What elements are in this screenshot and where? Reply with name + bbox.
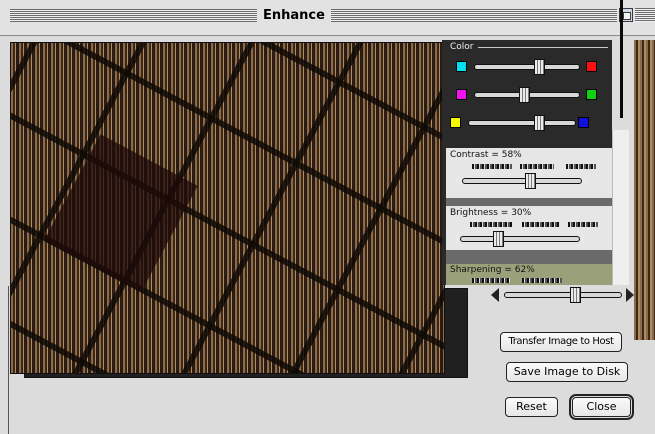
sharpening-artifact (472, 278, 510, 283)
slider-thumb[interactable] (534, 115, 545, 131)
contrast-slider[interactable] (454, 173, 590, 189)
right-arrow-icon[interactable] (583, 174, 590, 188)
close-button[interactable]: Close (569, 394, 634, 420)
brightness-artifact (522, 222, 560, 227)
sharpening-artifact (522, 278, 562, 283)
left-arrow-icon[interactable] (491, 288, 499, 302)
red-swatch (586, 61, 597, 72)
window-title-bar[interactable]: Enhance (0, 0, 655, 36)
brightness-artifact (470, 222, 512, 227)
window-left-edge (0, 36, 10, 434)
slider-thumb[interactable] (525, 173, 536, 189)
enhanced-image (10, 42, 445, 374)
reset-button[interactable]: Reset (505, 397, 558, 417)
right-arrow-icon[interactable] (581, 232, 588, 246)
image-dark-region (44, 134, 198, 292)
sharpening-slider[interactable] (504, 287, 622, 303)
save-image-button[interactable]: Save Image to Disk (506, 362, 628, 382)
slider-track (504, 292, 622, 298)
contrast-label: Contrast = 58% (450, 150, 522, 160)
slider-thumb[interactable] (534, 59, 545, 75)
slider-track (462, 178, 582, 184)
cyan-swatch (456, 61, 467, 72)
color-group-label: Color (450, 42, 474, 52)
adjustment-panel: Color Contrast = 58% Brightness = 30% Sh… (442, 40, 612, 285)
left-arrow-icon[interactable] (454, 174, 461, 188)
green-swatch (586, 89, 597, 100)
contrast-artifact (566, 164, 596, 169)
contrast-artifact (520, 164, 554, 169)
yellow-swatch (450, 117, 461, 128)
panel-side-strip (612, 130, 629, 285)
slider-track (474, 64, 580, 70)
brightness-slider[interactable] (452, 231, 588, 247)
slider-thumb[interactable] (570, 287, 581, 303)
cyan-red-slider[interactable] (474, 59, 580, 75)
slider-track (468, 120, 576, 126)
title-bar-stripes-right (635, 8, 655, 22)
slider-thumb[interactable] (493, 231, 504, 247)
window-title: Enhance (257, 7, 331, 24)
magenta-swatch (456, 89, 467, 100)
left-arrow-icon[interactable] (452, 232, 459, 246)
image-right-fragment (634, 40, 655, 340)
slider-track (460, 236, 580, 242)
magenta-green-slider[interactable] (474, 87, 580, 103)
yellow-blue-slider[interactable] (468, 115, 576, 131)
right-arrow-icon[interactable] (626, 288, 634, 302)
slider-thumb[interactable] (519, 87, 530, 103)
sharpening-label: Sharpening = 62% (450, 265, 535, 275)
blue-swatch (578, 117, 589, 128)
band-gap (446, 198, 612, 206)
brightness-artifact (568, 222, 598, 227)
brightness-label: Brightness = 30% (450, 208, 532, 218)
color-group-rule (478, 47, 608, 48)
vertical-divider (620, 0, 623, 118)
band-gap (446, 250, 612, 264)
contrast-artifact (472, 164, 512, 169)
transfer-image-button[interactable]: Transfer Image to Host (500, 332, 622, 352)
